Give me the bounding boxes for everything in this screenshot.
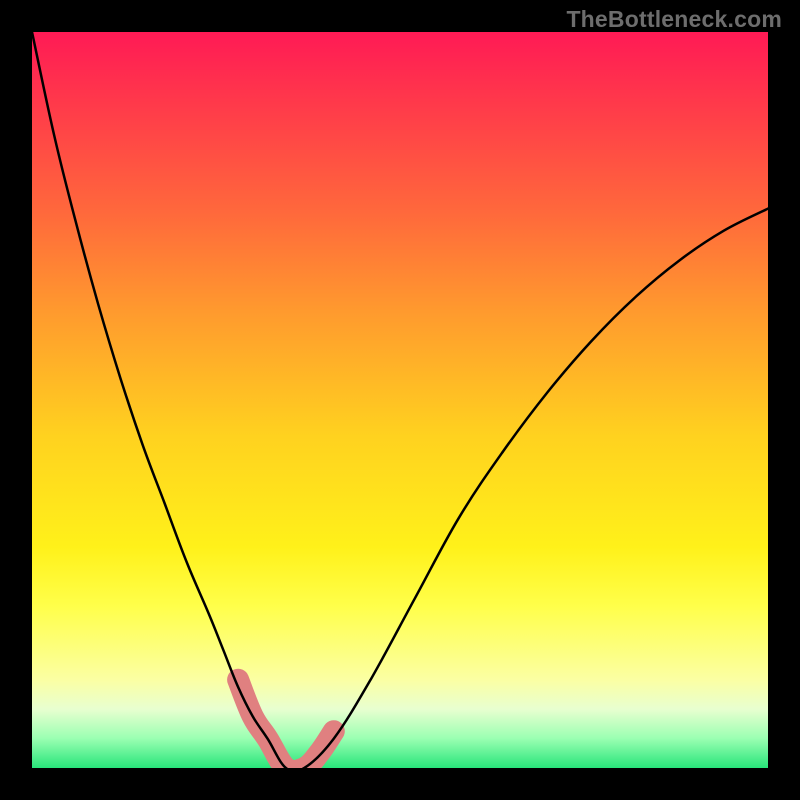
chart-svg bbox=[32, 32, 768, 768]
chart-frame: TheBottleneck.com bbox=[0, 0, 800, 800]
main-curve bbox=[32, 32, 768, 768]
plot-group bbox=[32, 32, 768, 768]
chart-plot-area bbox=[32, 32, 768, 768]
watermark-text: TheBottleneck.com bbox=[566, 6, 782, 33]
